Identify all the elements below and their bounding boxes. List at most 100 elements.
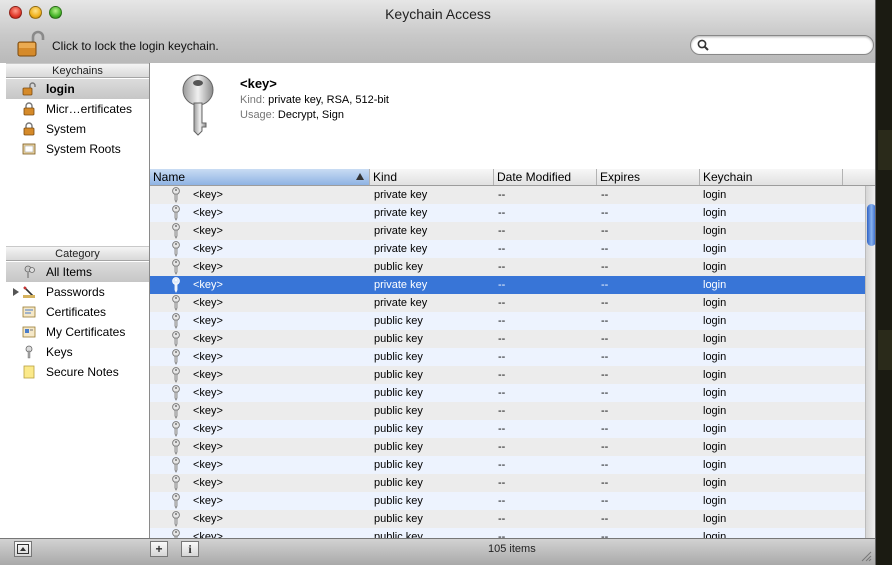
sidebar-item-label: System	[46, 122, 87, 136]
scrollbar-thumb[interactable]	[867, 204, 875, 246]
cell-expires: --	[601, 279, 609, 291]
cell-modified: --	[498, 279, 506, 291]
table-row[interactable]: <key> public key -- -- login	[150, 438, 865, 456]
cell-keychain: login	[703, 441, 727, 453]
item-kind-row: Kind: private key, RSA, 512-bit	[240, 94, 389, 106]
unlocked-padlock-icon[interactable]	[16, 30, 46, 58]
search-input[interactable]	[713, 37, 867, 55]
sidebar-item-label: Certificates	[46, 305, 107, 319]
table-row[interactable]: <key> public key -- -- login	[150, 330, 865, 348]
column-header-kind[interactable]: Kind	[370, 169, 494, 185]
column-header-date-modified[interactable]: Date Modified	[494, 169, 597, 185]
sidebar-item-passwords[interactable]: Passwords	[6, 282, 149, 302]
sidebar-item-certificates[interactable]: Certificates	[6, 302, 149, 322]
item-name: <key>	[240, 76, 277, 91]
desktop-window-fragment	[878, 130, 892, 170]
resize-grip-icon[interactable]	[860, 550, 872, 562]
table-row[interactable]: <key> public key -- -- login	[150, 528, 865, 538]
sidebar-item-my-certificates[interactable]: My Certificates	[6, 322, 149, 342]
table-row[interactable]: <key> public key -- -- login	[150, 420, 865, 438]
key-icon	[172, 331, 180, 347]
key-icon	[172, 205, 180, 221]
disclosure-triangle-icon[interactable]	[13, 288, 19, 296]
table-row[interactable]: <key> public key -- -- login	[150, 348, 865, 366]
get-info-button[interactable]: i	[181, 541, 199, 557]
sidebar-item-system-roots[interactable]: System Roots	[6, 139, 149, 159]
vertical-scrollbar[interactable]	[865, 186, 875, 538]
table-row[interactable]: <key> public key -- -- login	[150, 510, 865, 528]
cell-name: <key>	[193, 459, 223, 471]
column-header-name[interactable]: Name	[150, 169, 370, 185]
key-icon	[172, 187, 180, 203]
cell-name: <key>	[193, 495, 223, 507]
sidebar-item-secure-notes[interactable]: Secure Notes	[6, 362, 149, 382]
cell-name: <key>	[193, 405, 223, 417]
cell-name: <key>	[193, 297, 223, 309]
unlocked-padlock-icon	[22, 82, 36, 96]
sidebar-item-label: Secure Notes	[46, 365, 119, 379]
cell-kind: private key	[374, 279, 428, 291]
column-header-keychain[interactable]: Keychain	[700, 169, 843, 185]
table-row[interactable]: <key> private key -- -- login	[150, 276, 865, 294]
show-keychains-button[interactable]	[14, 541, 32, 557]
table-row[interactable]: <key> public key -- -- login	[150, 492, 865, 510]
cell-expires: --	[601, 351, 609, 363]
table-row[interactable]: <key> public key -- -- login	[150, 258, 865, 276]
cell-keychain: login	[703, 333, 727, 345]
item-detail-panel: <key> Kind: private key, RSA, 512-bit Us…	[150, 63, 875, 170]
cell-name: <key>	[193, 351, 223, 363]
table-row[interactable]: <key> public key -- -- login	[150, 312, 865, 330]
table-row[interactable]: <key> private key -- -- login	[150, 294, 865, 312]
table-row[interactable]: <key> public key -- -- login	[150, 402, 865, 420]
search-field[interactable]	[690, 35, 874, 55]
sidebar-item-label: Micr…ertificates	[46, 102, 133, 116]
lock-keychain-label: Click to lock the login keychain.	[52, 39, 219, 53]
cell-kind: public key	[374, 531, 423, 538]
cell-modified: --	[498, 441, 506, 453]
table-row[interactable]: <key> public key -- -- login	[150, 474, 865, 492]
add-item-button[interactable]: +	[150, 541, 168, 557]
table-row[interactable]: <key> public key -- -- login	[150, 384, 865, 402]
cell-expires: --	[601, 297, 609, 309]
cell-kind: public key	[374, 333, 423, 345]
cell-modified: --	[498, 477, 506, 489]
sidebar-item-keys[interactable]: Keys	[6, 342, 149, 362]
table-row[interactable]: <key> private key -- -- login	[150, 222, 865, 240]
cell-kind: public key	[374, 459, 423, 471]
sidebar-item-system[interactable]: System	[6, 119, 149, 139]
sidebar-item-microsoft-certificates[interactable]: Micr…ertificates	[6, 99, 149, 119]
padlock-icon	[23, 122, 35, 136]
sidebar-item-all-items[interactable]: All Items	[6, 262, 149, 282]
column-header-expires[interactable]: Expires	[597, 169, 700, 185]
cell-keychain: login	[703, 261, 727, 273]
cell-kind: public key	[374, 495, 423, 507]
cell-name: <key>	[193, 279, 223, 291]
cell-name: <key>	[193, 333, 223, 345]
sidebar-item-label: System Roots	[46, 142, 121, 156]
key-icon	[172, 277, 180, 293]
key-icon	[172, 457, 180, 473]
cell-name: <key>	[193, 531, 223, 538]
table-row[interactable]: <key> public key -- -- login	[150, 366, 865, 384]
cell-kind: public key	[374, 369, 423, 381]
table-row[interactable]: <key> public key -- -- login	[150, 456, 865, 474]
key-icon	[172, 349, 180, 365]
cell-kind: private key	[374, 243, 428, 255]
sidebar-item-login[interactable]: login	[6, 79, 149, 99]
cell-modified: --	[498, 531, 506, 538]
item-kind-value: private key, RSA, 512-bit	[268, 94, 389, 106]
table-row[interactable]: <key> private key -- -- login	[150, 186, 865, 204]
key-icon	[172, 511, 180, 527]
table-row[interactable]: <key> private key -- -- login	[150, 240, 865, 258]
cell-keychain: login	[703, 243, 727, 255]
cell-keychain: login	[703, 477, 727, 489]
key-icon	[172, 439, 180, 455]
cell-expires: --	[601, 477, 609, 489]
key-icon	[172, 241, 180, 257]
cell-name: <key>	[193, 387, 223, 399]
cell-expires: --	[601, 495, 609, 507]
cell-name: <key>	[193, 513, 223, 525]
table-row[interactable]: <key> private key -- -- login	[150, 204, 865, 222]
cell-expires: --	[601, 405, 609, 417]
sidebar: Keychains login Micr…ertificates System …	[0, 63, 150, 538]
